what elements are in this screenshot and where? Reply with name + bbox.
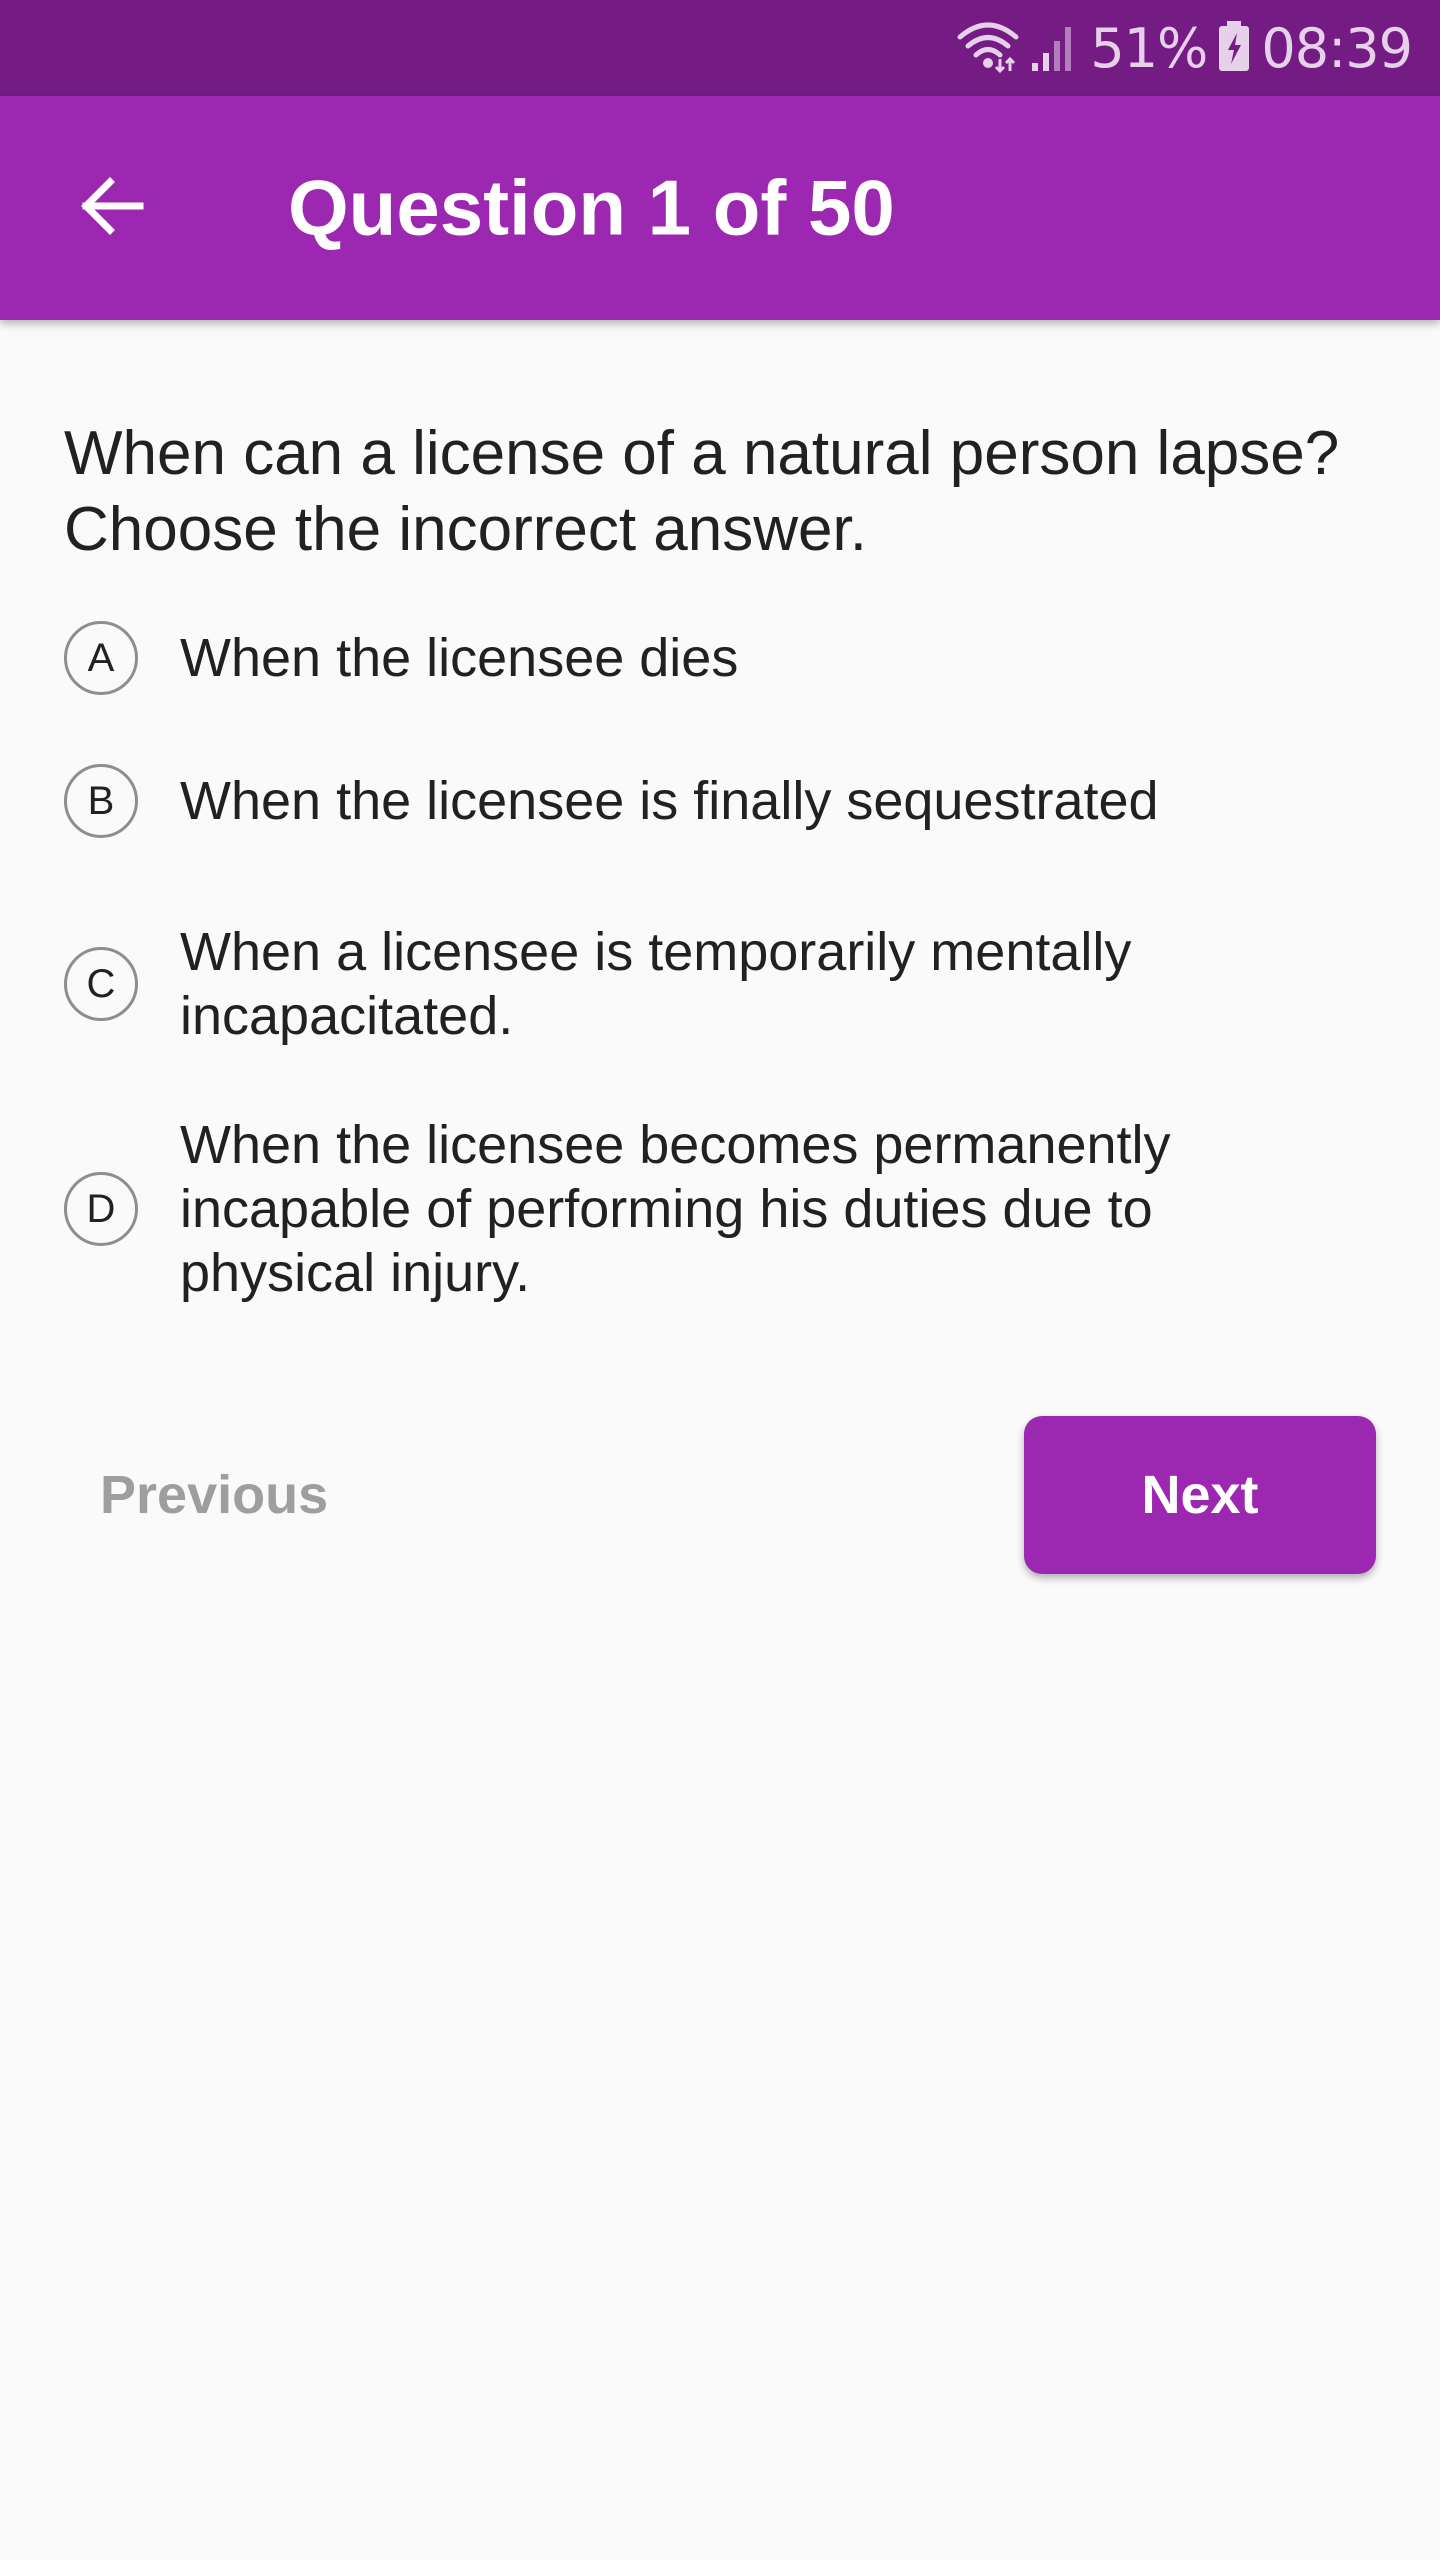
battery-icon [1217, 19, 1251, 78]
status-bar: 51% 08:39 [0, 0, 1440, 96]
app-bar: Question 1 of 50 [0, 96, 1440, 320]
back-button[interactable] [52, 148, 172, 268]
option-letter-d: D [64, 1172, 138, 1246]
question-text: When can a license of a natural person l… [64, 419, 1340, 564]
signal-icon [1030, 19, 1080, 78]
option-text-b: When the licensee is finally sequestrate… [180, 771, 1159, 831]
previous-button[interactable]: Previous [100, 1416, 380, 1574]
page-title: Question 1 of 50 [288, 163, 895, 252]
option-letter-b: B [64, 764, 138, 838]
answer-option-d[interactable]: D When the licensee becomes permanently … [64, 1113, 1384, 1305]
option-text-a: When the licensee dies [180, 628, 739, 688]
answer-option-c[interactable]: C When a licensee is temporarily mentall… [64, 920, 1384, 1048]
option-letter-c: C [64, 947, 138, 1021]
option-text-d: When the licensee becomes permanently in… [180, 1115, 1171, 1303]
answer-option-a[interactable]: A When the licensee dies [64, 621, 1384, 695]
clock: 08:39 [1261, 16, 1413, 80]
status-icons: 51% 08:39 [956, 16, 1413, 80]
battery-percent: 51% [1090, 16, 1208, 80]
option-letter-a: A [64, 621, 138, 695]
next-button[interactable]: Next [1024, 1416, 1376, 1574]
answer-option-b[interactable]: B When the licensee is finally sequestra… [64, 764, 1384, 838]
option-text-c: When a licensee is temporarily mentally … [180, 922, 1132, 1046]
arrow-back-icon [76, 170, 148, 247]
wifi-icon [956, 19, 1020, 78]
